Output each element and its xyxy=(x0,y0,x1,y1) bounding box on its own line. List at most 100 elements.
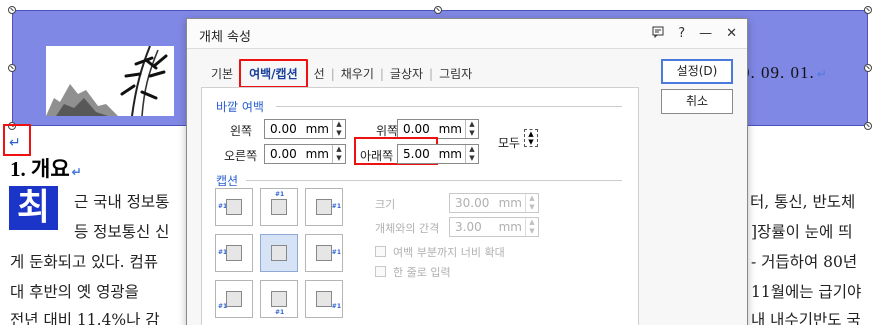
caption-size-spinner[interactable]: ▲ ▼ xyxy=(525,194,538,212)
body-line: - 거듭하여 80년 xyxy=(751,253,858,271)
caption-gap-label: 개체와의 간격 xyxy=(375,222,440,235)
caption-pos-bottom-center[interactable]: #1 xyxy=(260,280,298,318)
close-icon[interactable]: ✕ xyxy=(726,26,737,42)
left-margin-spinner[interactable]: ▲ ▼ xyxy=(332,120,345,138)
body-line: 터, 통신, 반도체 xyxy=(750,193,856,211)
left-margin-value: 0.00 xyxy=(270,122,297,136)
caption-size-label: 크기 xyxy=(375,198,396,211)
message-icon[interactable] xyxy=(652,26,664,42)
cancel-button[interactable]: 취소 xyxy=(661,89,733,114)
caption-pos-right[interactable]: #1 xyxy=(305,234,343,272)
section-divider xyxy=(246,180,622,181)
left-margin-input[interactable]: 0.00 mm ▲ ▼ xyxy=(264,119,346,139)
resize-handle-top-right[interactable] xyxy=(864,6,872,14)
ink-painting-image[interactable] xyxy=(46,46,174,116)
paragraph-mark-icon: ↵ xyxy=(9,135,21,151)
caption-label: 캡션 xyxy=(216,174,239,188)
tab-line[interactable]: 선 xyxy=(308,65,331,82)
caption-preview-box xyxy=(271,199,287,215)
caption-pos-center-selected[interactable] xyxy=(260,234,298,272)
caption-size-unit: mm xyxy=(498,196,522,210)
caption-number: #1 xyxy=(275,191,285,198)
body-line: 내 내수기반도 국 xyxy=(751,311,861,325)
caption-pos-left[interactable]: #1 xyxy=(215,234,253,272)
caption-number: #1 xyxy=(331,249,341,256)
right-margin-value: 0.00 xyxy=(270,147,297,161)
caption-pos-top-center[interactable]: #1 xyxy=(260,188,298,226)
bottom-margin-label: 아래쪽 xyxy=(360,149,394,163)
resize-handle-top-left[interactable] xyxy=(8,6,16,14)
body-line: ]장률이 눈에 띄 xyxy=(751,223,853,241)
body-line: 게 둔화되고 있다. 컴퓨 xyxy=(10,253,159,271)
top-margin-spinner[interactable]: ▲ ▼ xyxy=(465,120,478,138)
bottom-margin-unit: mm xyxy=(438,147,462,161)
caption-preview-box xyxy=(271,291,287,307)
tab-panel: 바깥 여백 왼쪽 0.00 mm ▲ ▼ 위쪽 0.00 mm ▲ ▼ 오른쪽 0.… xyxy=(201,87,639,325)
right-margin-label: 오른쪽 xyxy=(224,149,258,163)
top-margin-value: 0.00 xyxy=(403,122,430,136)
single-line-checkbox[interactable] xyxy=(375,266,386,277)
caption-pos-bottom-left[interactable]: #1 xyxy=(215,280,253,318)
drop-cap: 최 xyxy=(9,186,58,230)
section-heading: 1. 개요 ↵ xyxy=(10,153,82,183)
titlebar-icons: ? — ✕ xyxy=(652,26,737,42)
right-margin-unit: mm xyxy=(305,147,329,161)
object-properties-dialog: 개체 속성 ? — ✕ 기본 여백/캡션 선 | 채우기 | 글상자 | 그림자… xyxy=(186,18,748,325)
caption-pos-top-right[interactable]: #1 xyxy=(305,188,343,226)
left-margin-unit: mm xyxy=(305,122,329,136)
dialog-title: 개체 속성 xyxy=(199,30,251,45)
caption-gap-spinner[interactable]: ▲ ▼ xyxy=(525,218,538,236)
tab-fill[interactable]: 채우기 xyxy=(335,65,380,82)
caption-preview-box xyxy=(226,291,242,307)
resize-handle-middle-left[interactable] xyxy=(8,64,16,72)
body-line: 대 후반의 옛 영광을 xyxy=(10,283,139,301)
tab-textbox[interactable]: 글상자 xyxy=(384,65,429,82)
tab-margin-caption[interactable]: 여백/캡션 xyxy=(239,59,308,88)
ok-button[interactable]: 설정(D) xyxy=(661,59,733,84)
caption-pos-top-left[interactable]: #1 xyxy=(215,188,253,226)
paragraph-mark-icon: ↵ xyxy=(71,165,82,179)
body-line: 전년 대비 11.4%나 감 xyxy=(10,311,160,325)
all-margins-label: 모두 xyxy=(498,136,521,150)
all-margins-spinner[interactable]: ▲ ▼ xyxy=(524,129,538,147)
resize-handle-bottom-right[interactable] xyxy=(864,122,872,130)
right-margin-spinner[interactable]: ▲ ▼ xyxy=(332,145,345,163)
single-line-label: 한 줄로 입력 xyxy=(393,266,451,279)
caption-number: #1 xyxy=(275,309,285,316)
top-margin-input[interactable]: 0.00 mm ▲ ▼ xyxy=(397,119,479,139)
date-value: 0. 09. 01. xyxy=(741,63,815,82)
bottom-margin-value: 5.00 xyxy=(403,147,430,161)
bottom-margin-spinner[interactable]: ▲ ▼ xyxy=(465,145,478,163)
body-line: 등 정보통신 신 xyxy=(74,223,170,241)
bottom-margin-input[interactable]: 5.00 mm ▲ ▼ xyxy=(397,144,479,164)
caption-preview-box xyxy=(226,199,242,215)
caption-gap-value: 3.00 xyxy=(455,220,482,234)
tab-bar: 기본 여백/캡션 선 | 채우기 | 글상자 | 그림자 xyxy=(205,59,478,88)
resize-handle-middle-right[interactable] xyxy=(864,64,872,72)
expand-width-checkbox[interactable] xyxy=(375,246,386,257)
caption-gap-input[interactable]: 3.00 mm ▲ ▼ xyxy=(449,217,539,237)
tab-shadow[interactable]: 그림자 xyxy=(433,65,478,82)
help-icon[interactable]: ? xyxy=(678,26,685,42)
caption-preview-box xyxy=(226,245,242,261)
tab-basic[interactable]: 기본 xyxy=(205,65,239,82)
section-divider xyxy=(276,106,622,107)
right-margin-input[interactable]: 0.00 mm ▲ ▼ xyxy=(264,144,346,164)
caption-number: #1 xyxy=(331,303,341,310)
dialog-titlebar[interactable]: 개체 속성 ? — ✕ xyxy=(187,19,747,49)
resize-handle-top-middle[interactable] xyxy=(434,6,442,14)
body-line: 11월에는 급기야 xyxy=(751,283,862,301)
minimize-icon[interactable]: — xyxy=(699,26,712,42)
outer-margin-label: 바깥 여백 xyxy=(216,100,264,114)
body-line: 근 국내 정보통 xyxy=(74,193,170,211)
caption-preview-box xyxy=(271,245,287,261)
caption-size-value: 30.00 xyxy=(455,196,490,210)
expand-width-label: 여백 부분까지 너비 확대 xyxy=(393,246,505,259)
caption-number: #1 xyxy=(331,203,341,210)
caption-preview-box xyxy=(316,291,332,307)
caption-pos-bottom-right[interactable]: #1 xyxy=(305,280,343,318)
left-margin-label: 왼쪽 xyxy=(230,124,253,138)
caption-preview-box xyxy=(316,199,332,215)
top-margin-unit: mm xyxy=(438,122,462,136)
caption-size-input[interactable]: 30.00 mm ▲ ▼ xyxy=(449,193,539,213)
